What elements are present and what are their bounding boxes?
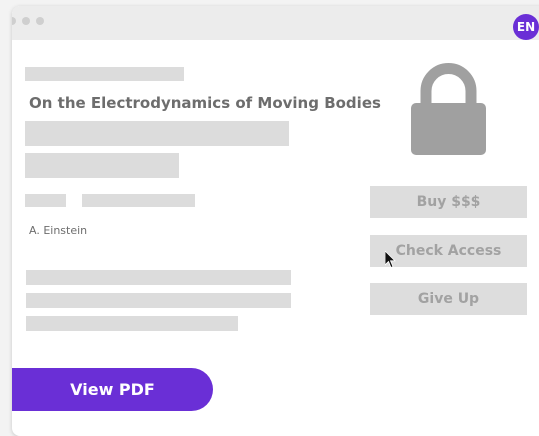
window-dot-close[interactable]: [12, 17, 16, 25]
placeholder-line: [26, 270, 291, 285]
placeholder-line: [82, 194, 195, 207]
window-dot-maximize[interactable]: [36, 17, 44, 25]
buy-button[interactable]: Buy $$$: [370, 186, 527, 218]
placeholder-line: [25, 194, 66, 207]
browser-window: EN On the Electrodynamics of Moving Bodi…: [12, 6, 539, 436]
give-up-button[interactable]: Give Up: [370, 283, 527, 315]
mouse-cursor-icon: [385, 251, 396, 269]
language-badge[interactable]: EN: [513, 14, 539, 40]
paper-title: On the Electrodynamics of Moving Bodies: [29, 94, 381, 112]
placeholder-line: [26, 293, 291, 308]
lock-icon: [411, 63, 486, 155]
window-titlebar: EN: [12, 6, 539, 40]
view-pdf-button[interactable]: View PDF: [12, 368, 213, 411]
placeholder-line: [25, 121, 289, 146]
paper-author: A. Einstein: [29, 224, 88, 237]
placeholder-line: [25, 67, 184, 81]
window-dot-minimize[interactable]: [22, 17, 30, 25]
placeholder-line: [26, 316, 238, 331]
placeholder-line: [25, 153, 179, 178]
